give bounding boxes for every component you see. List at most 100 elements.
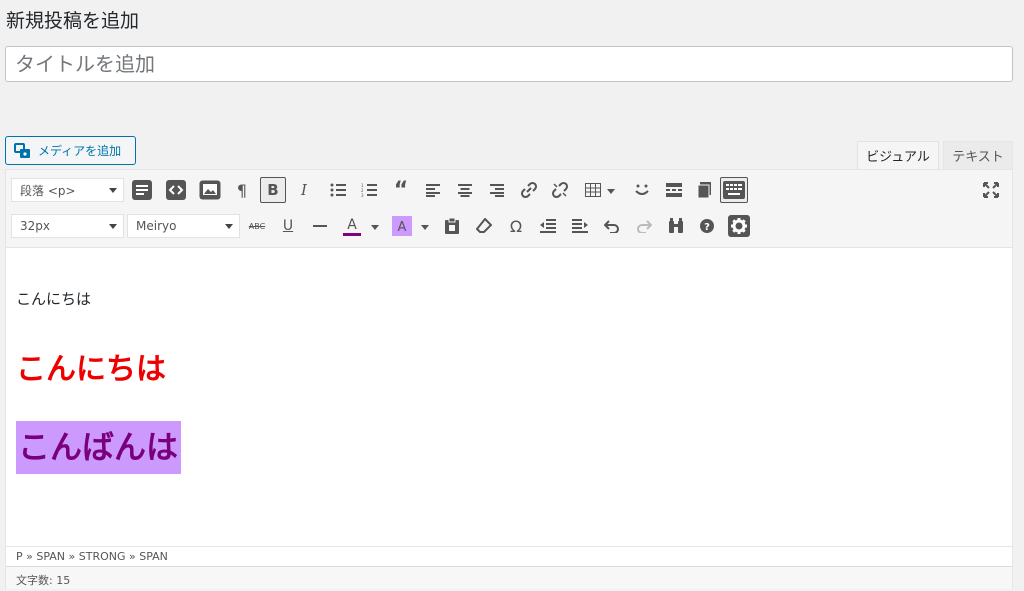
emoticon-button[interactable] — [629, 177, 655, 203]
special-char-icon: Ω — [509, 216, 523, 236]
insert-image-icon — [199, 180, 221, 200]
strikethrough-icon: ABC — [248, 221, 266, 231]
indent-button[interactable] — [567, 213, 593, 239]
media-icon — [14, 142, 32, 159]
svg-text:3: 3 — [361, 193, 364, 197]
underline-button[interactable]: U — [275, 213, 301, 239]
outdent-button[interactable] — [535, 213, 561, 239]
outdent-icon — [540, 219, 556, 233]
align-center-button[interactable] — [452, 177, 478, 203]
blockquote-icon: “ — [393, 177, 409, 203]
unlink-icon — [551, 181, 569, 199]
emoticon-icon — [633, 183, 651, 197]
clear-format-icon — [476, 218, 492, 234]
chevron-down-icon — [225, 224, 233, 229]
underline-icon: U — [282, 218, 294, 234]
word-count: 文字数: 15 — [6, 566, 1012, 589]
find-replace-button[interactable] — [663, 213, 689, 239]
align-left-icon — [426, 183, 440, 197]
font-size-value: 32px — [20, 219, 50, 233]
fullscreen-button[interactable] — [978, 177, 1004, 203]
font-family-value: Meiryo — [136, 219, 177, 233]
read-more-button[interactable] — [661, 177, 687, 203]
code-button[interactable] — [163, 177, 189, 203]
text-color-icon: A — [342, 215, 362, 237]
paragraph-mark-icon: ¶ — [236, 180, 248, 200]
redo-button[interactable] — [631, 213, 657, 239]
code-icon — [166, 180, 186, 200]
numbered-list-icon: 123 — [361, 183, 377, 197]
editor: 段落 <p> ¶ B I 1 2 3 “ 32px Meiryo ABC U A… — [5, 169, 1013, 589]
fullscreen-icon — [983, 182, 999, 198]
content-paragraph-1: こんにちは — [16, 290, 92, 308]
toggle-toolbar-icon — [132, 180, 152, 200]
chevron-down-icon[interactable] — [371, 225, 379, 230]
help-icon: ? — [699, 218, 715, 234]
align-right-icon — [490, 183, 504, 197]
page-title: 新規投稿を追加 — [6, 10, 140, 32]
text-color-button[interactable]: A — [339, 213, 365, 239]
chevron-down-icon — [109, 188, 117, 193]
toolbar-row-1: 段落 <p> ¶ B I 1 2 3 “ — [6, 176, 1012, 206]
align-right-button[interactable] — [484, 177, 510, 203]
numbered-list-button[interactable]: 123 — [356, 177, 382, 203]
background-color-button[interactable]: A — [389, 213, 415, 239]
blockquote-button[interactable]: “ — [388, 177, 414, 203]
insert-image-button[interactable] — [197, 177, 223, 203]
horizontal-rule-icon — [313, 224, 327, 228]
chevron-down-icon[interactable] — [421, 225, 429, 230]
italic-button[interactable]: I — [291, 177, 317, 203]
strikethrough-button[interactable]: ABC — [244, 213, 270, 239]
font-size-select[interactable]: 32px — [11, 214, 124, 238]
align-center-icon — [458, 183, 472, 197]
redo-icon — [636, 219, 652, 233]
bold-icon: B — [267, 181, 279, 199]
bullet-list-icon — [330, 183, 346, 197]
align-left-button[interactable] — [420, 177, 446, 203]
indent-icon — [572, 219, 588, 233]
editor-toolbar: 段落 <p> ¶ B I 1 2 3 “ 32px Meiryo ABC U A… — [6, 170, 1012, 248]
add-media-button[interactable]: メディアを追加 — [5, 136, 136, 165]
bold-button[interactable]: B — [260, 177, 286, 203]
special-char-button[interactable]: Ω — [503, 213, 529, 239]
toolbar-toggle-button[interactable] — [129, 177, 155, 203]
read-more-icon — [666, 183, 682, 197]
bullet-list-button[interactable] — [325, 177, 351, 203]
tab-text[interactable]: テキスト — [943, 141, 1013, 169]
chevron-down-icon[interactable] — [607, 189, 615, 194]
link-button[interactable] — [516, 177, 542, 203]
font-family-select[interactable]: Meiryo — [127, 214, 240, 238]
clear-format-button[interactable] — [471, 213, 497, 239]
table-button[interactable] — [580, 177, 606, 203]
svg-text:?: ? — [704, 222, 710, 233]
settings-icon — [728, 215, 750, 237]
toolbar-row-2: 32px Meiryo ABC U A A Ω ? — [6, 212, 1012, 242]
horizontal-rule-button[interactable] — [307, 213, 333, 239]
post-title-input[interactable] — [5, 46, 1013, 82]
undo-button[interactable] — [599, 213, 625, 239]
add-media-label: メディアを追加 — [38, 144, 122, 158]
unlink-button[interactable] — [547, 177, 573, 203]
settings-button[interactable] — [726, 213, 752, 239]
format-select-value: 段落 <p> — [20, 183, 76, 198]
format-select[interactable]: 段落 <p> — [11, 178, 124, 202]
svg-text:A: A — [398, 220, 407, 235]
tab-visual[interactable]: ビジュアル — [857, 141, 939, 169]
find-replace-icon — [668, 218, 684, 234]
background-color-icon: A — [392, 216, 412, 236]
content-paragraph-2: こんにちは — [16, 352, 166, 387]
chevron-down-icon — [109, 224, 117, 229]
content-paragraph-3: こんばんは — [16, 421, 182, 474]
paste-text-icon — [445, 218, 459, 234]
italic-icon: I — [301, 181, 307, 199]
page-break-button[interactable] — [692, 177, 718, 203]
keyboard-shortcuts-button[interactable] — [720, 177, 748, 203]
svg-text:A: A — [347, 217, 357, 233]
editor-content[interactable]: こんにちは こんにちは こんばんは — [6, 248, 1012, 546]
paragraph-mark-button[interactable]: ¶ — [229, 177, 255, 203]
keyboard-icon — [723, 181, 745, 199]
table-icon — [585, 183, 601, 197]
paste-text-button[interactable] — [439, 213, 465, 239]
help-button[interactable]: ? — [694, 213, 720, 239]
element-path: P » SPAN » STRONG » SPAN — [6, 546, 1012, 566]
